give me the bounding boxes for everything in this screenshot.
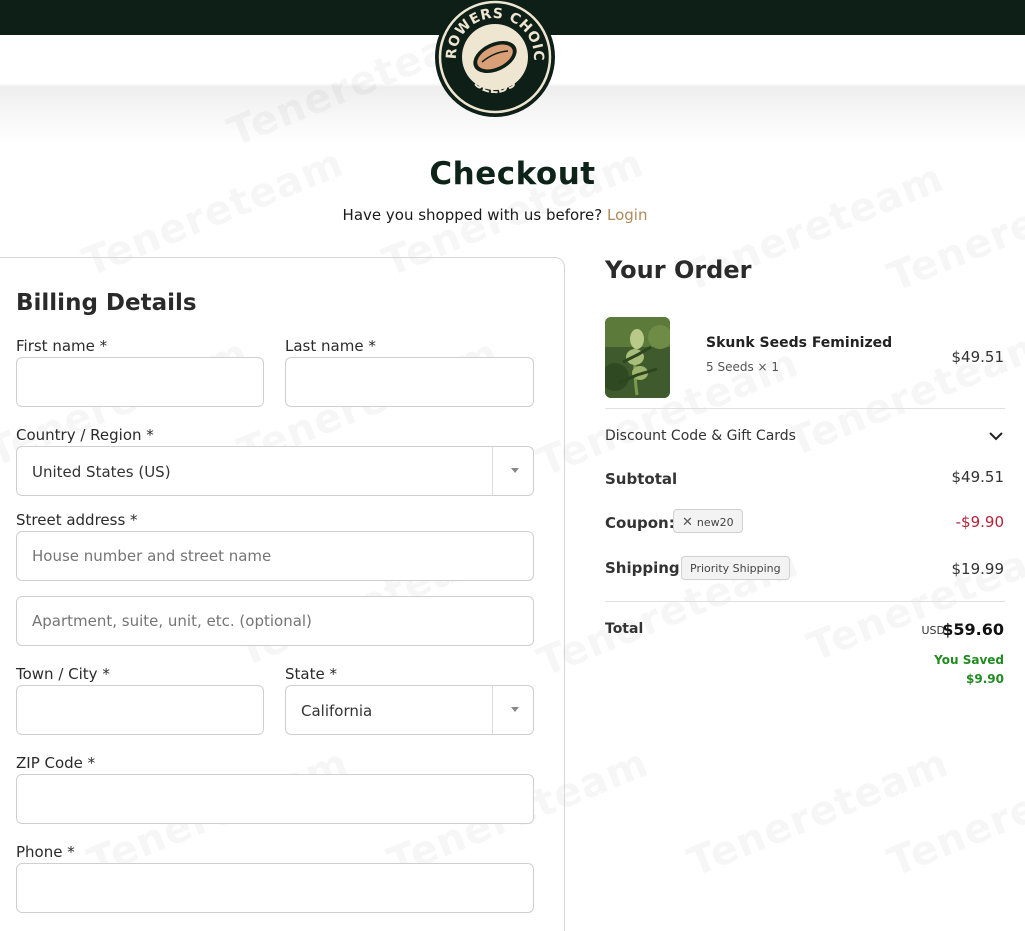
city-field[interactable]	[16, 685, 264, 735]
watermark: Tenereteam	[681, 740, 955, 886]
first-name-label: First name *	[16, 337, 108, 355]
street-address-label: Street address *	[16, 511, 138, 529]
state-select[interactable]: California	[285, 685, 534, 735]
page-title: Checkout	[429, 156, 596, 192]
dropdown-arrow-icon	[511, 707, 519, 712]
city-label: Town / City *	[16, 665, 110, 683]
select-divider	[492, 447, 493, 495]
you-saved-label: You Saved	[934, 653, 1004, 667]
phone-field[interactable]	[16, 863, 534, 913]
product-quantity: 5 Seeds × 1	[706, 360, 780, 374]
billing-details-heading: Billing Details	[16, 290, 197, 316]
state-value: California	[301, 702, 373, 720]
apartment-field[interactable]	[16, 596, 534, 646]
country-value: United States (US)	[32, 463, 171, 481]
coupon-discount-value: -$9.90	[955, 513, 1004, 531]
returning-customer-text: Have you shopped with us before?	[342, 206, 603, 224]
returning-customer-prompt: Have you shopped with us before? Login	[0, 206, 990, 224]
zip-code-field[interactable]	[16, 774, 534, 824]
total-label: Total	[605, 621, 644, 637]
product-price: $49.51	[951, 348, 1005, 366]
login-link[interactable]: Login	[607, 206, 647, 224]
zip-code-label: ZIP Code *	[16, 754, 96, 772]
your-order-heading: Your Order	[605, 256, 752, 284]
coupon-code: new20	[696, 516, 734, 529]
shipping-label: Shipping:	[605, 559, 686, 577]
phone-label: Phone *	[16, 843, 75, 861]
coupon-label: Coupon:	[605, 514, 675, 532]
last-name-label: Last name *	[285, 337, 376, 355]
subtotal-label: Subtotal	[605, 470, 678, 488]
subtotal-value: $49.51	[951, 468, 1005, 486]
chevron-down-icon[interactable]	[989, 430, 1003, 442]
last-name-field[interactable]	[285, 357, 534, 407]
remove-coupon-icon[interactable]: ✕	[682, 515, 693, 530]
shipping-value: $19.99	[951, 560, 1005, 578]
country-select[interactable]: United States (US)	[16, 446, 534, 496]
dropdown-arrow-icon	[511, 468, 519, 473]
watermark: Tenereteam	[881, 740, 1025, 886]
state-label: State *	[285, 665, 337, 683]
country-label: Country / Region *	[16, 426, 154, 444]
total-value: $59.60	[942, 620, 1004, 639]
watermark: Tenereteam	[801, 525, 1025, 671]
select-divider	[492, 686, 493, 734]
first-name-field[interactable]	[16, 357, 264, 407]
divider	[605, 601, 1005, 602]
street-address-field[interactable]	[16, 531, 534, 581]
divider	[605, 408, 1005, 409]
shipping-method: Priority Shipping	[690, 562, 781, 575]
product-image	[605, 317, 670, 398]
coupon-chip[interactable]: ✕ new20	[673, 509, 743, 533]
product-name: Skunk Seeds Feminized	[706, 335, 893, 351]
discount-code-toggle[interactable]: Discount Code & Gift Cards	[605, 428, 796, 444]
growers-choice-seeds-logo[interactable]: GROWERS CHOICE SEEDS	[434, 0, 556, 118]
you-saved-value: $9.90	[966, 672, 1004, 686]
shipping-method-chip: Priority Shipping	[681, 556, 790, 580]
